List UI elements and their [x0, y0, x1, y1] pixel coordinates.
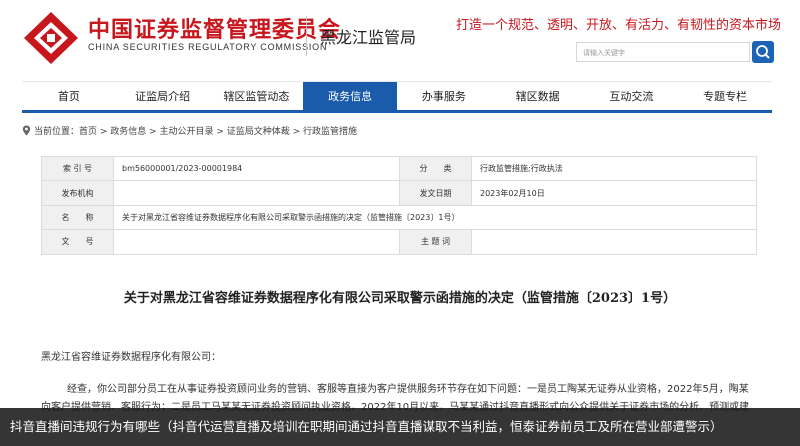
nav-item-gov-info[interactable]: 政务信息	[303, 82, 397, 110]
meta-label-docno: 文 号	[41, 229, 114, 255]
search-button[interactable]	[752, 41, 774, 63]
nav-item-special[interactable]: 专题专栏	[678, 82, 772, 110]
breadcrumb: 当前位置：首页 > 政务信息 > 主动公开目录 > 证监局文种体裁 > 行政监管…	[22, 124, 357, 137]
table-row: 名 称 关于对黑龙江省容维证券数据程序化有限公司采取警示函措施的决定（监管措施〔…	[41, 204, 757, 231]
meta-label-date: 发文日期	[399, 180, 472, 206]
logo-title-en: CHINA SECURITIES REGULATORY COMMISSION	[88, 42, 328, 52]
meta-value-issuer	[113, 180, 400, 206]
document-addressee: 黑龙江省容维证券数据程序化有限公司：	[41, 352, 221, 363]
search-input[interactable]: 请输入关键字	[576, 42, 750, 62]
table-row: 发布机构 发文日期 2023年02月10日	[41, 180, 757, 206]
meta-value-index: bm56000001/2023-00001984	[113, 155, 400, 182]
meta-label-category: 分 类	[399, 155, 472, 182]
site-header: 中国证券监督管理委员会 CHINA SECURITIES REGULATORY …	[0, 0, 800, 80]
meta-label-name: 名 称	[41, 204, 114, 231]
meta-value-docno	[113, 229, 400, 255]
nav-item-services[interactable]: 办事服务	[397, 82, 491, 110]
location-pin-icon	[22, 125, 31, 136]
meta-value-name: 关于对黑龙江省容维证券数据程序化有限公司采取警示函措施的决定（监管措施〔2023…	[113, 204, 757, 231]
nav-item-data[interactable]: 辖区数据	[491, 82, 585, 110]
meta-value-date: 2023年02月10日	[471, 180, 757, 206]
meta-value-subject	[471, 229, 757, 255]
document-title: 关于对黑龙江省容维证券数据程序化有限公司采取警示函措施的决定（监管措施〔2023…	[123, 291, 677, 306]
nav-item-regulatory-news[interactable]: 辖区监管动态	[210, 82, 304, 110]
slogan: 打造一个规范、透明、开放、有活力、有韧性的资本市场	[456, 18, 782, 33]
table-row: 文 号 主 题 词	[41, 229, 757, 255]
csrc-logo-icon[interactable]	[22, 10, 80, 66]
nav-item-interaction[interactable]: 互动交流	[585, 82, 679, 110]
branch-name: 黑龙江监管局	[320, 28, 417, 47]
meta-value-category: 行政监管措施;行政执法	[471, 155, 757, 182]
breadcrumb-text[interactable]: 当前位置：首页 > 政务信息 > 主动公开目录 > 证监局文种体裁 > 行政监管…	[34, 124, 357, 137]
video-caption-overlay: 抖音直播间违规行为有哪些（抖音代运营直播及培训在职期间通过抖音直播谋取不当利益，…	[0, 408, 800, 446]
meta-label-issuer: 发布机构	[41, 180, 114, 206]
logo-title-cn: 中国证券监督管理委员会	[88, 18, 342, 43]
nav-item-about[interactable]: 证监局介绍	[116, 82, 210, 110]
search-icon	[756, 45, 770, 59]
meta-label-subject: 主 题 词	[399, 229, 472, 255]
document-meta-table: 索 引 号 bm56000001/2023-00001984 分 类 行政监管措…	[41, 155, 757, 255]
logo-divider	[306, 16, 307, 56]
nav-item-home[interactable]: 首页	[22, 82, 116, 110]
table-row: 索 引 号 bm56000001/2023-00001984 分 类 行政监管措…	[41, 155, 757, 182]
meta-label-index: 索 引 号	[41, 155, 114, 182]
main-nav: 首页 证监局介绍 辖区监管动态 政务信息 办事服务 辖区数据 互动交流 专题专栏	[22, 81, 772, 113]
